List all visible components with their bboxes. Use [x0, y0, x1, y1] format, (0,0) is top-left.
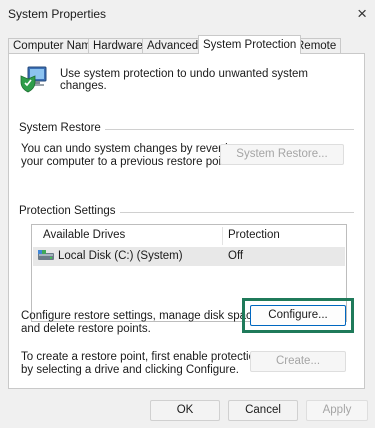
apply-button[interactable]: Apply — [306, 400, 368, 421]
create-button[interactable]: Create... — [250, 351, 346, 372]
drives-list-header: Available Drives Protection — [32, 225, 346, 247]
drive-icon — [38, 250, 54, 260]
create-description: To create a restore point, first enable … — [21, 351, 261, 377]
system-restore-group-label: System Restore — [19, 122, 105, 134]
configure-button[interactable]: Configure... — [250, 305, 346, 326]
title-bar: System Properties × — [0, 0, 375, 30]
configure-description-line1: Configure restore settings, manage disk … — [21, 310, 262, 322]
dialog-footer: OK Cancel Apply — [0, 389, 375, 428]
tab-hardware[interactable]: Hardware — [88, 38, 148, 54]
tab-panel: Use system protection to undo unwanted s… — [8, 53, 365, 389]
tab-system-protection[interactable]: System Protection — [198, 35, 302, 54]
drive-protection-status: Off — [228, 250, 244, 262]
system-restore-description-line2: your computer to a previous restore poin… — [21, 156, 234, 168]
tab-advanced[interactable]: Advanced — [142, 38, 204, 54]
window-title: System Properties — [8, 7, 107, 21]
column-separator — [222, 227, 223, 245]
system-restore-button[interactable]: System Restore... — [220, 144, 344, 165]
create-description-line1: To create a restore point, first enable … — [21, 351, 262, 363]
system-protection-icon — [20, 66, 47, 93]
create-description-line2: by selecting a drive and clicking Config… — [21, 364, 239, 376]
column-header-protection[interactable]: Protection — [228, 229, 280, 241]
configure-description-line2: and delete restore points. — [21, 323, 151, 335]
column-header-available-drives[interactable]: Available Drives — [43, 229, 125, 241]
system-restore-description: You can undo system changes by reverting… — [21, 143, 241, 169]
drive-row-local-disk-c[interactable]: Local Disk (C:) (System) Off — [33, 247, 345, 266]
drive-name: Local Disk (C:) (System) — [58, 250, 183, 262]
system-restore-description-line1: You can undo system changes by reverting — [21, 143, 241, 155]
intro-text: Use system protection to undo unwanted s… — [60, 68, 309, 92]
protection-settings-group-label: Protection Settings — [19, 205, 120, 217]
cancel-button[interactable]: Cancel — [228, 400, 298, 421]
ok-button[interactable]: OK — [150, 400, 220, 421]
close-icon[interactable]: × — [357, 4, 367, 24]
configure-description: Configure restore settings, manage disk … — [21, 310, 261, 336]
